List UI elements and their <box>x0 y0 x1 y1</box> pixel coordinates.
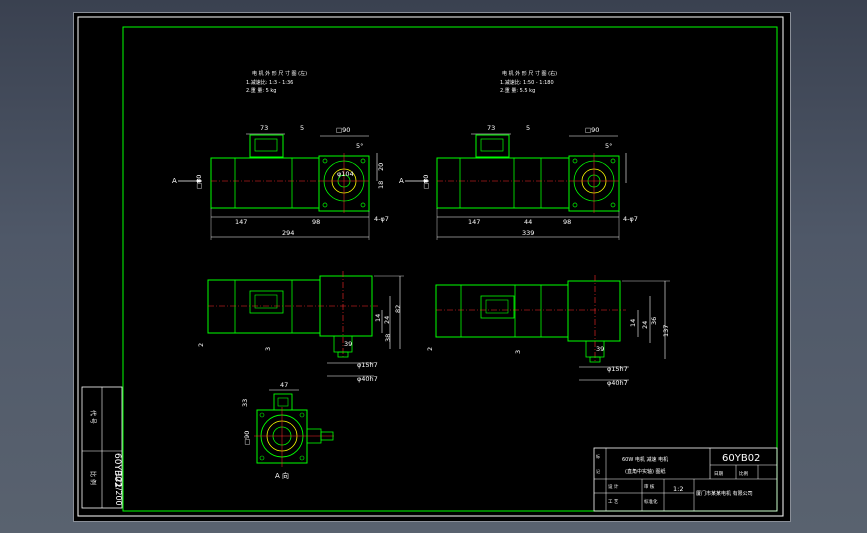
tb-cell-3: 标准化 <box>644 498 658 505</box>
tb-mark-2: 记 <box>596 468 600 474</box>
dim-14: 14 <box>374 314 382 322</box>
right-note-2: 1.减速比: 1:50 - 1:180 <box>500 79 554 86</box>
dim-3-left: 3 <box>264 347 272 351</box>
front-right-motor-view: 14 24 36 137 2 3 39 φ15h7 φ40h7 <box>426 275 670 387</box>
dim-box90-r: □90 <box>585 126 599 134</box>
dim-33: 33 <box>241 399 249 407</box>
title-block: 60YB02 60W 电机 减速 电机 (直角中实轴) 图纸 1:2 厦门市某某… <box>593 447 778 512</box>
right-note-1: 电 机 外 形 尺 寸 图 (右) <box>502 70 557 77</box>
outer-frame <box>77 16 784 517</box>
tb-ratio: 1:2 <box>673 485 683 493</box>
tb-name-1: 60W 电机 减速 电机 <box>622 456 668 463</box>
right-note-3: 2.重 量: 5.5 kg <box>500 87 535 94</box>
side-title-strip: 60YB02 121/200 代 号 比 例 <box>81 386 123 509</box>
dim-flange-right: φ40h7 <box>607 379 628 387</box>
dim-24-r: 24 <box>641 321 649 329</box>
left-note-3: 2.重 量: 5 kg <box>246 87 276 94</box>
dim-14-r: 14 <box>629 319 637 327</box>
arrow-a-left: A <box>172 177 177 185</box>
dim-98-r: 98 <box>563 218 571 226</box>
view-a: 47 33 □90 A 向 <box>241 381 334 480</box>
dim-147-r: 147 <box>468 218 480 226</box>
dim-shaft-right: φ15h7 <box>607 365 628 373</box>
dim-box90: □90 <box>336 126 350 134</box>
tb-cell-1: 审 核 <box>644 483 655 490</box>
tb-code: 60YB02 <box>722 453 760 464</box>
dim-47: 47 <box>280 381 288 389</box>
front-left-motor-view: 14 24 38 82 2 3 39 φ15h7 φ40h7 <box>197 271 404 383</box>
dim-39-right: 39 <box>596 345 604 353</box>
tb-cell-0: 设 计 <box>608 483 619 490</box>
tb-name-2: (直角中实轴) 图纸 <box>625 468 666 475</box>
engineering-drawing: 60YB02 121/200 代 号 比 例 电 机 外 形 尺 寸 图 (左)… <box>77 16 784 517</box>
tb-mark-1: 标 <box>596 453 600 459</box>
view-a-title: A 向 <box>275 471 289 480</box>
left-note-1: 电 机 外 形 尺 寸 图 (左) <box>252 70 307 77</box>
dim-5: 5 <box>300 124 304 132</box>
tb-cell-4: 日期 <box>714 471 723 477</box>
dim-137-r: 137 <box>662 325 670 337</box>
dim-73-r: 73 <box>487 124 495 132</box>
dim-36-r: 36 <box>650 317 658 325</box>
dim-pcd: φ104 <box>337 170 354 178</box>
dim-2-right: 2 <box>426 347 434 351</box>
tb-cell-2: 工 艺 <box>608 499 619 505</box>
tb-cell-5: 比例 <box>739 470 748 477</box>
dim-44-r: 44 <box>524 218 532 226</box>
dim-3-right: 3 <box>514 350 522 354</box>
dim-73: 73 <box>260 124 268 132</box>
inner-border <box>122 26 778 512</box>
dim-38: 38 <box>384 334 392 342</box>
dim-angle-r: 5° <box>605 142 612 150</box>
side-scale: 121/200 <box>114 472 123 505</box>
cad-viewport[interactable]: 60YB02 121/200 代 号 比 例 电 机 外 形 尺 寸 图 (左)… <box>73 12 791 522</box>
dim-39-left: 39 <box>344 340 352 348</box>
side-label-bottom: 比 例 <box>89 471 97 485</box>
dim-box90-a: □90 <box>243 431 251 445</box>
dim-angle: 5° <box>356 142 363 150</box>
dim-2-left: 2 <box>197 343 205 347</box>
dim-shaft-left: φ15h7 <box>357 361 378 369</box>
dim-total: 294 <box>282 229 294 237</box>
dim-flange-left: φ40h7 <box>357 375 378 383</box>
dim-holes: 4-φ7 <box>374 215 389 223</box>
dim-holes-r: 4-φ7 <box>623 215 638 223</box>
dim-total-r: 339 <box>522 229 534 237</box>
dim-24: 24 <box>383 316 391 324</box>
dim-82: 82 <box>394 305 402 313</box>
dim-20: 20 <box>377 163 385 171</box>
tb-company: 厦门市某某电机 有限公司 <box>696 490 753 497</box>
left-note-2: 1.减速比: 1:3 - 1:36 <box>246 79 293 86</box>
side-label-top: 代 号 <box>89 410 97 424</box>
top-right-motor-view: 电 机 外 形 尺 寸 图 (右) 1.减速比: 1:50 - 1:180 2.… <box>399 70 638 240</box>
arrow-a-right: A <box>399 177 404 185</box>
dim-147: 147 <box>235 218 247 226</box>
dim-18: 18 <box>377 181 385 189</box>
top-left-motor-view: 电 机 外 形 尺 寸 图 (左) 1.减速比: 1:3 - 1:36 2.重 … <box>172 70 389 240</box>
dim-98: 98 <box>312 218 320 226</box>
dim-5-r: 5 <box>526 124 530 132</box>
